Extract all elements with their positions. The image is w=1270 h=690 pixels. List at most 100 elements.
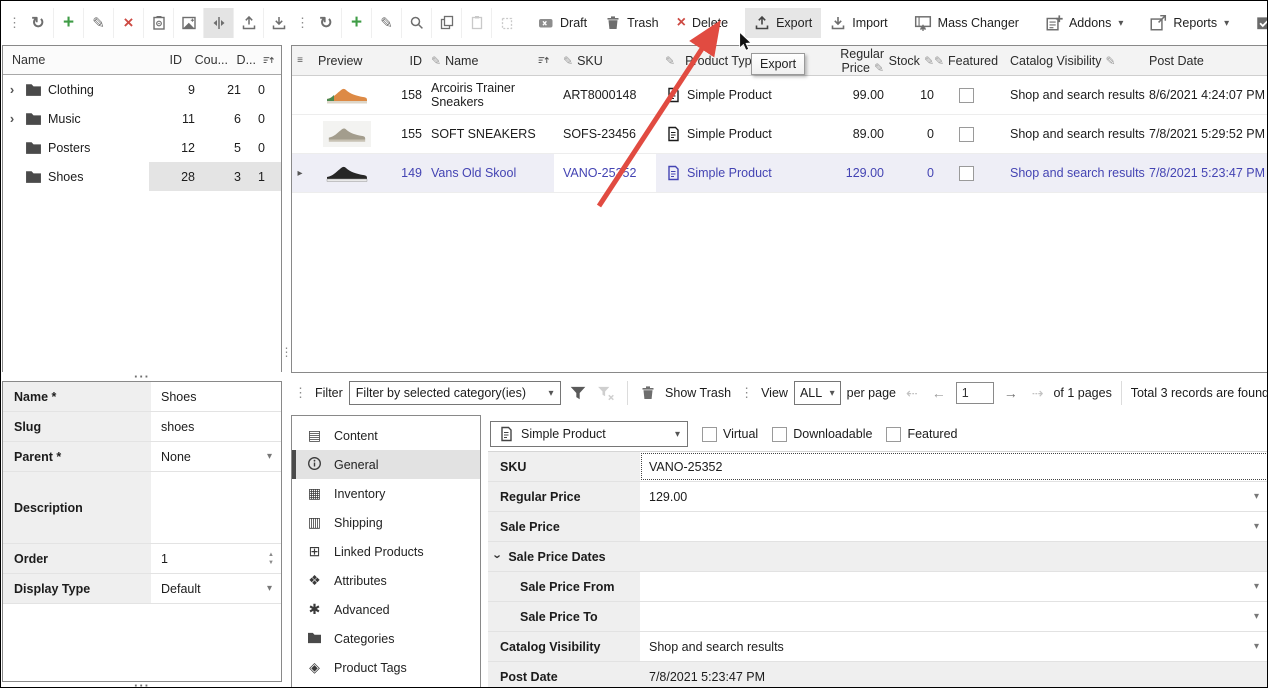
featured-checkbox[interactable] <box>959 166 974 181</box>
tree-row-music[interactable]: › Music 1160 <box>3 104 281 133</box>
reports-button[interactable]: Reports▾ <box>1140 8 1238 38</box>
column-post-date[interactable]: Post Date <box>1144 54 1268 68</box>
tab-attributes[interactable]: ❖Attributes <box>292 566 480 595</box>
trash-button[interactable]: Trash <box>596 8 668 38</box>
spin-up-icon[interactable]: ▲ <box>268 552 274 558</box>
downloadable-checkbox[interactable] <box>772 427 787 442</box>
sale-price-from-field[interactable]: ▾ <box>640 572 1268 601</box>
tab-categories[interactable]: Categories <box>292 624 480 653</box>
import-categories-icon[interactable] <box>263 8 293 38</box>
featured-checkbox[interactable] <box>886 427 901 442</box>
tab-linked-products[interactable]: ⊞Linked Products <box>292 537 480 566</box>
import-button[interactable]: Import <box>821 8 896 38</box>
category-description-field[interactable] <box>151 472 281 543</box>
tree-row-posters[interactable]: Posters 1250 <box>3 133 281 162</box>
tree-column-display[interactable]: D... <box>228 53 256 67</box>
column-id[interactable]: ID <box>386 54 422 68</box>
paging-grip-handle[interactable]: ⋮ <box>737 385 755 401</box>
horizontal-splitter[interactable]: ··· <box>2 372 282 381</box>
draft-button[interactable]: Draft <box>529 8 596 38</box>
tree-row-clothing[interactable]: › Clothing 9210 <box>3 75 281 104</box>
tab-advanced[interactable]: ✱Advanced <box>292 595 480 624</box>
filter-select[interactable]: Filter by selected category(ies)▾ <box>349 381 561 405</box>
image-adjust-icon[interactable] <box>173 8 203 38</box>
sale-price-field[interactable]: ▾ <box>640 512 1268 541</box>
column-sku[interactable]: ✎SKU <box>554 54 656 68</box>
column-name[interactable]: ✎Name <box>422 54 554 68</box>
mass-changer-button[interactable]: Mass Changer <box>905 8 1028 38</box>
dropdown-caret-icon: ▾ <box>549 388 554 399</box>
prev-page-button[interactable]: ← <box>928 385 950 401</box>
tab-content[interactable]: ▤Content <box>292 421 480 450</box>
vertical-splitter[interactable]: ⋮ <box>283 339 291 365</box>
spin-down-icon[interactable]: ▼ <box>268 560 274 566</box>
refresh-categories-icon[interactable]: ↻ <box>23 8 53 38</box>
sale-price-dates-section[interactable]: › Sale Price Dates <box>488 542 1268 572</box>
tree-column-name[interactable]: Name <box>3 53 142 67</box>
export-categories-icon[interactable] <box>233 8 263 38</box>
refresh-products-icon[interactable]: ↻ <box>311 8 341 38</box>
edit-product-icon[interactable]: ✎ <box>371 8 401 38</box>
column-preview[interactable]: Preview <box>308 54 386 68</box>
apply-filter-icon[interactable] <box>567 380 590 406</box>
page-number-input[interactable] <box>956 382 994 404</box>
post-date-field[interactable]: 7/8/2021 5:23:47 PM <box>640 662 1268 688</box>
post-date-label: Post Date <box>488 662 640 688</box>
clipboard-preview-icon[interactable] <box>143 8 173 38</box>
show-trash-label[interactable]: Show Trash <box>665 386 731 400</box>
add-category-icon[interactable]: + <box>53 8 83 38</box>
expander-icon[interactable]: › <box>3 111 21 126</box>
product-row-155[interactable]: 155 SOFT SNEAKERS SOFS-23456 Simple Prod… <box>292 115 1268 154</box>
split-columns-icon[interactable] <box>203 8 233 38</box>
delete-button[interactable]: × Delete <box>668 8 737 38</box>
column-featured[interactable]: ✎Featured <box>934 54 998 68</box>
edit-category-icon[interactable]: ✎ <box>83 8 113 38</box>
tab-general[interactable]: General <box>292 450 480 479</box>
filter-grip-handle[interactable]: ⋮ <box>291 385 309 401</box>
clear-filter-icon[interactable] <box>595 380 618 406</box>
sku-field[interactable]: VANO-25352 <box>640 452 1268 481</box>
category-name-field[interactable]: Shoes <box>151 382 281 411</box>
toolbar-grip-handle[interactable]: ⋮ <box>5 15 23 31</box>
category-display-type-select[interactable]: Default▾ <box>151 574 281 603</box>
tab-inventory[interactable]: ▦Inventory <box>292 479 480 508</box>
product-row-158[interactable]: 158 Arcoiris Trainer Sneakers ART8000148… <box>292 76 1268 115</box>
product-type-select[interactable]: Simple Product▾ <box>490 421 688 447</box>
featured-checkbox[interactable] <box>959 127 974 142</box>
per-page-select[interactable]: ALL▾ <box>794 381 841 405</box>
tree-column-id[interactable]: ID <box>142 53 182 67</box>
add-product-icon[interactable]: + <box>341 8 371 38</box>
next-page-button[interactable]: → <box>1000 385 1022 401</box>
category-order-stepper[interactable]: 1 ▲▼ <box>151 544 281 573</box>
last-page-button[interactable]: ⇢ <box>1028 385 1048 402</box>
product-row-149-selected[interactable]: ▸ 149 Vans Old Skool VANO-25352 Simple P… <box>292 154 1268 193</box>
tree-column-count[interactable]: Cou... <box>182 53 228 67</box>
tree-row-shoes-selected[interactable]: Shoes 2831 <box>3 162 281 191</box>
column-catalog-visibility[interactable]: Catalog Visibility✎ <box>998 54 1144 68</box>
copy-icon[interactable] <box>431 8 461 38</box>
grid-burger-icon[interactable]: ≡ <box>292 55 308 66</box>
delete-category-icon[interactable]: × <box>113 8 143 38</box>
featured-checkbox[interactable] <box>959 88 974 103</box>
category-parent-select[interactable]: None▾ <box>151 442 281 471</box>
paste-icon[interactable] <box>461 8 491 38</box>
view-button[interactable]: View▾ <box>1246 8 1268 38</box>
paste-special-icon[interactable] <box>491 8 521 38</box>
show-trash-icon[interactable] <box>637 380 660 406</box>
export-button[interactable]: Export <box>745 8 821 38</box>
catalog-visibility-select[interactable]: Shop and search results▾ <box>640 632 1268 661</box>
sale-price-to-field[interactable]: ▾ <box>640 602 1268 631</box>
search-icon[interactable] <box>401 8 431 38</box>
horizontal-splitter-bottom[interactable]: ··· <box>2 682 282 688</box>
tab-shipping[interactable]: ▥Shipping <box>292 508 480 537</box>
column-stock[interactable]: Stock✎ <box>884 54 934 68</box>
expander-icon[interactable]: › <box>3 82 21 97</box>
category-slug-field[interactable]: shoes <box>151 412 281 441</box>
first-page-button[interactable]: ⇠ <box>902 385 922 402</box>
tab-product-tags[interactable]: ◈Product Tags <box>292 653 480 682</box>
toolbar-grip-handle-2[interactable]: ⋮ <box>293 15 311 31</box>
addons-button[interactable]: Addons▾ <box>1036 8 1132 38</box>
regular-price-field[interactable]: 129.00▾ <box>640 482 1268 511</box>
virtual-checkbox[interactable] <box>702 427 717 442</box>
column-regular-price[interactable]: Regular Price✎ <box>796 47 884 75</box>
